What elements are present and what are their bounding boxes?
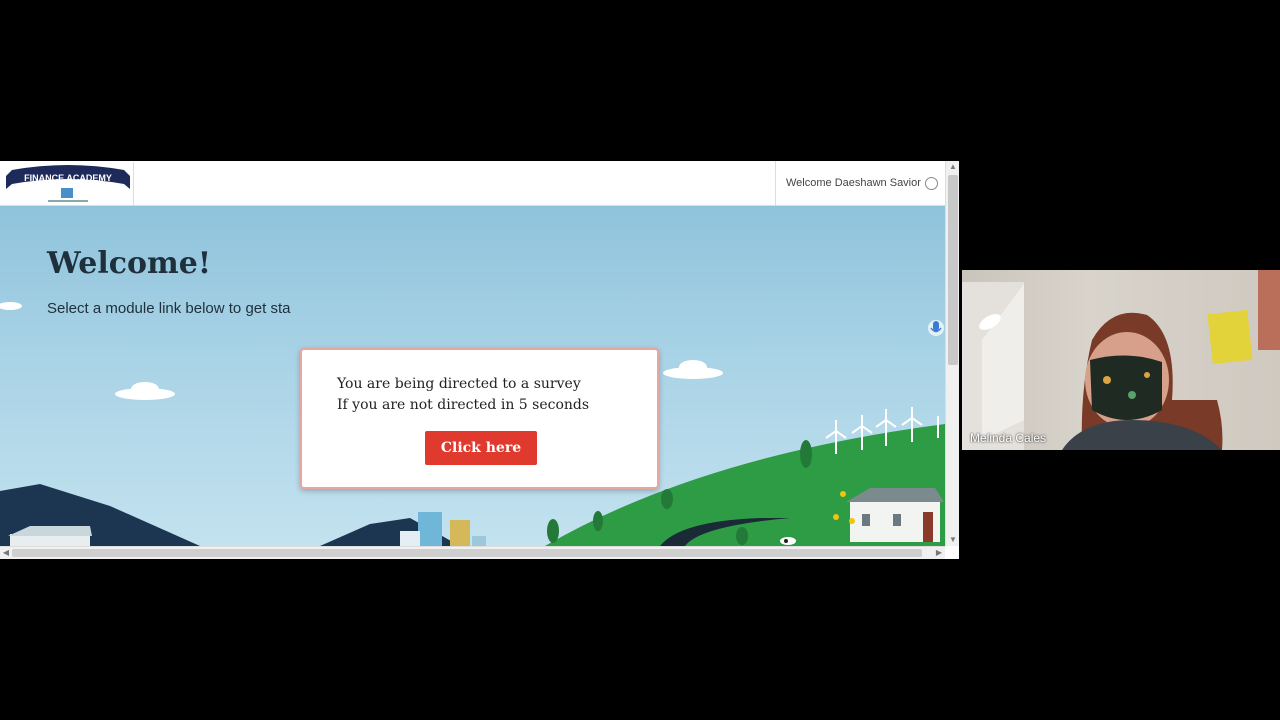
- user-menu[interactable]: Welcome Daeshawn Savior: [775, 161, 945, 205]
- survey-redirect-modal: You are being directed to a survey If yo…: [300, 348, 659, 489]
- modal-message-line1: You are being directed to a survey: [337, 376, 581, 392]
- horizontal-scroll-thumb[interactable]: [12, 549, 922, 557]
- welcome-heading: Welcome!: [47, 246, 212, 281]
- participant-video-frame: [962, 270, 1280, 450]
- click-here-button[interactable]: Click here: [425, 431, 537, 465]
- vertical-scroll-thumb[interactable]: [948, 175, 958, 365]
- welcome-user-text: Welcome Daeshawn Savior: [786, 177, 921, 189]
- scroll-down-arrow-icon[interactable]: ▼: [946, 534, 959, 546]
- finance-academy-logo[interactable]: FINANCE ACADEMY: [2, 162, 134, 205]
- logo-text: FINANCE ACADEMY: [24, 173, 112, 183]
- participant-video[interactable]: Melinda Cales: [962, 270, 1280, 450]
- user-icon[interactable]: [925, 177, 938, 190]
- top-bar: FINANCE ACADEMY Welcome Daeshawn Savior: [0, 161, 945, 206]
- welcome-subtitle: Select a module link below to get sta: [47, 300, 291, 317]
- participant-name-label: Melinda Cales: [970, 431, 1047, 445]
- shared-screen: FINANCE ACADEMY Welcome Daeshawn Savior: [0, 161, 959, 559]
- scroll-right-arrow-icon[interactable]: ▶: [933, 547, 945, 559]
- hero-banner: Welcome! Select a module link below to g…: [0, 206, 945, 546]
- modal-message-line2: If you are not directed in 5 seconds: [337, 397, 590, 413]
- vertical-scrollbar[interactable]: ▲ ▼: [945, 161, 959, 546]
- scroll-left-arrow-icon[interactable]: ◀: [0, 547, 12, 559]
- horizontal-scrollbar[interactable]: ◀ ▶: [0, 546, 945, 559]
- microphone-icon[interactable]: [928, 318, 944, 340]
- scroll-up-arrow-icon[interactable]: ▲: [946, 161, 959, 173]
